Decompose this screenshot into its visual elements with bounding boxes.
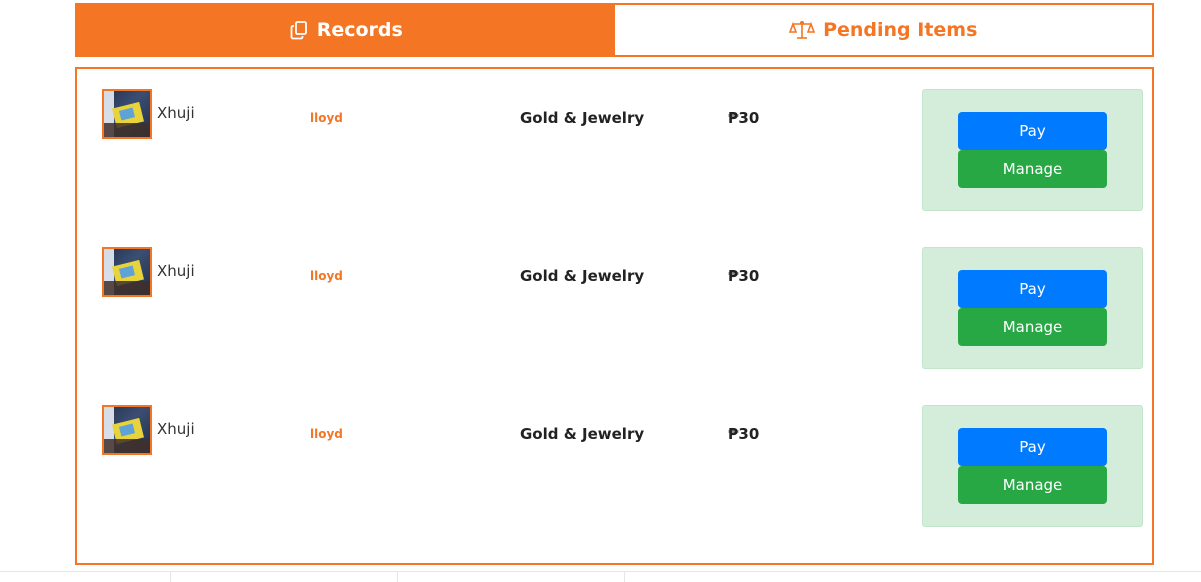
- item-category: Gold & Jewelry: [520, 425, 645, 443]
- record-row: Xhuji lloyd Gold & Jewelry ₱30 Pay Manag…: [77, 227, 1152, 369]
- item-category: Gold & Jewelry: [520, 267, 645, 285]
- pay-button[interactable]: Pay: [958, 270, 1107, 308]
- item-name: Xhuji: [157, 262, 195, 280]
- item-name: Xhuji: [157, 104, 195, 122]
- seller-name: lloyd: [310, 111, 343, 125]
- tab-pending-items[interactable]: Pending Items: [614, 5, 1152, 55]
- records-panel: Xhuji lloyd Gold & Jewelry ₱30 Pay Manag…: [75, 67, 1154, 565]
- scale-icon: [789, 20, 816, 40]
- seller-name: lloyd: [310, 269, 343, 283]
- footer-column-divider: [624, 572, 625, 582]
- action-box: Pay Manage: [922, 405, 1143, 527]
- item-category: Gold & Jewelry: [520, 109, 645, 127]
- pay-button[interactable]: Pay: [958, 112, 1107, 150]
- tab-bar: Records Pending Items: [75, 3, 1154, 57]
- item-price: ₱30: [728, 425, 760, 443]
- footer-divider: [0, 571, 1201, 572]
- manage-button[interactable]: Manage: [958, 308, 1107, 346]
- item-thumbnail[interactable]: [102, 405, 152, 455]
- action-box: Pay Manage: [922, 89, 1143, 211]
- record-row: Xhuji lloyd Gold & Jewelry ₱30 Pay Manag…: [77, 385, 1152, 527]
- record-row: Xhuji lloyd Gold & Jewelry ₱30 Pay Manag…: [77, 69, 1152, 211]
- tab-records[interactable]: Records: [77, 5, 615, 55]
- item-thumbnail[interactable]: [102, 247, 152, 297]
- action-box: Pay Manage: [922, 247, 1143, 369]
- item-thumbnail[interactable]: [102, 89, 152, 139]
- manage-button[interactable]: Manage: [958, 466, 1107, 504]
- pay-button[interactable]: Pay: [958, 428, 1107, 466]
- tab-records-label: Records: [316, 19, 403, 41]
- footer-column-divider: [397, 572, 398, 582]
- tab-pending-label: Pending Items: [823, 19, 978, 41]
- item-price: ₱30: [728, 267, 760, 285]
- item-name: Xhuji: [157, 420, 195, 438]
- seller-name: lloyd: [310, 427, 343, 441]
- footer-column-divider: [170, 572, 171, 582]
- item-price: ₱30: [728, 109, 760, 127]
- copy-icon: [289, 20, 309, 40]
- manage-button[interactable]: Manage: [958, 150, 1107, 188]
